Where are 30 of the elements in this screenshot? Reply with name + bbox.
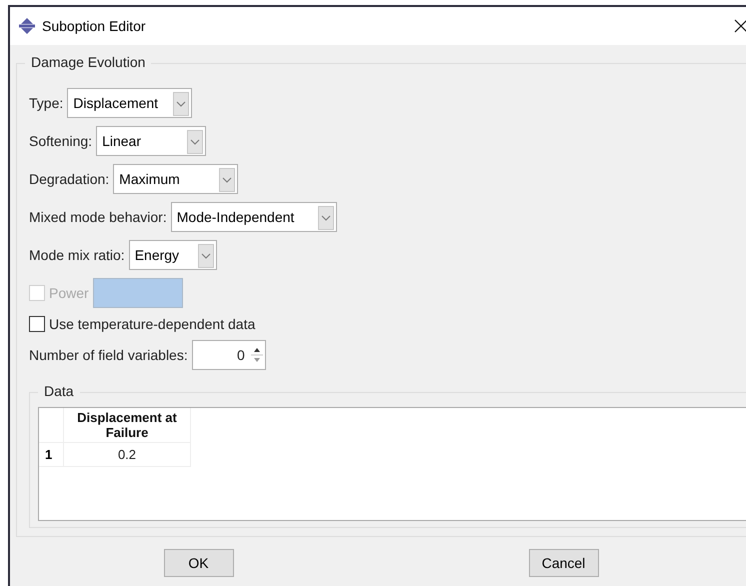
window-title: Suboption Editor bbox=[42, 18, 147, 34]
checkbox-label: Power bbox=[49, 285, 89, 301]
dropdown-caret-icon[interactable] bbox=[173, 92, 190, 116]
field-label: Degradation: bbox=[29, 171, 110, 187]
field-label: Softening: bbox=[29, 133, 92, 149]
dropdown-caret-icon[interactable] bbox=[219, 168, 236, 192]
checkbox-label: Use temperature-dependent data bbox=[49, 316, 256, 332]
dropdown-caret-icon[interactable] bbox=[318, 206, 334, 230]
field-label: Mixed mode behavior: bbox=[29, 209, 167, 225]
dropdown[interactable]: Displacement bbox=[67, 88, 192, 118]
field-label: Number of field variables: bbox=[29, 347, 188, 363]
dropdown-caret-icon[interactable] bbox=[187, 130, 204, 154]
spin-box[interactable]: 0 bbox=[192, 340, 266, 370]
dropdown[interactable]: Mode-Independent bbox=[170, 202, 337, 232]
dropdown[interactable]: Linear bbox=[96, 126, 206, 156]
group-title: Damage Evolution bbox=[25, 54, 152, 70]
dialog-button[interactable]: Cancel bbox=[528, 549, 598, 577]
field-label: Mode mix ratio: bbox=[29, 247, 125, 263]
dropdown[interactable]: Maximum bbox=[113, 164, 238, 194]
column-header: Displacement at Failure bbox=[64, 408, 190, 442]
field-label: Type: bbox=[29, 95, 64, 111]
close-icon[interactable] bbox=[734, 19, 746, 33]
table-cell[interactable]: 0.2 bbox=[64, 442, 190, 466]
checkbox[interactable] bbox=[29, 316, 45, 332]
dialog-button[interactable]: OK bbox=[164, 549, 234, 577]
dropdown[interactable]: Energy bbox=[128, 240, 217, 270]
dropdown-caret-icon[interactable] bbox=[198, 244, 214, 268]
app-logo-icon bbox=[18, 18, 36, 34]
row-number: 1 bbox=[39, 442, 64, 466]
group-title: Data bbox=[38, 383, 80, 399]
